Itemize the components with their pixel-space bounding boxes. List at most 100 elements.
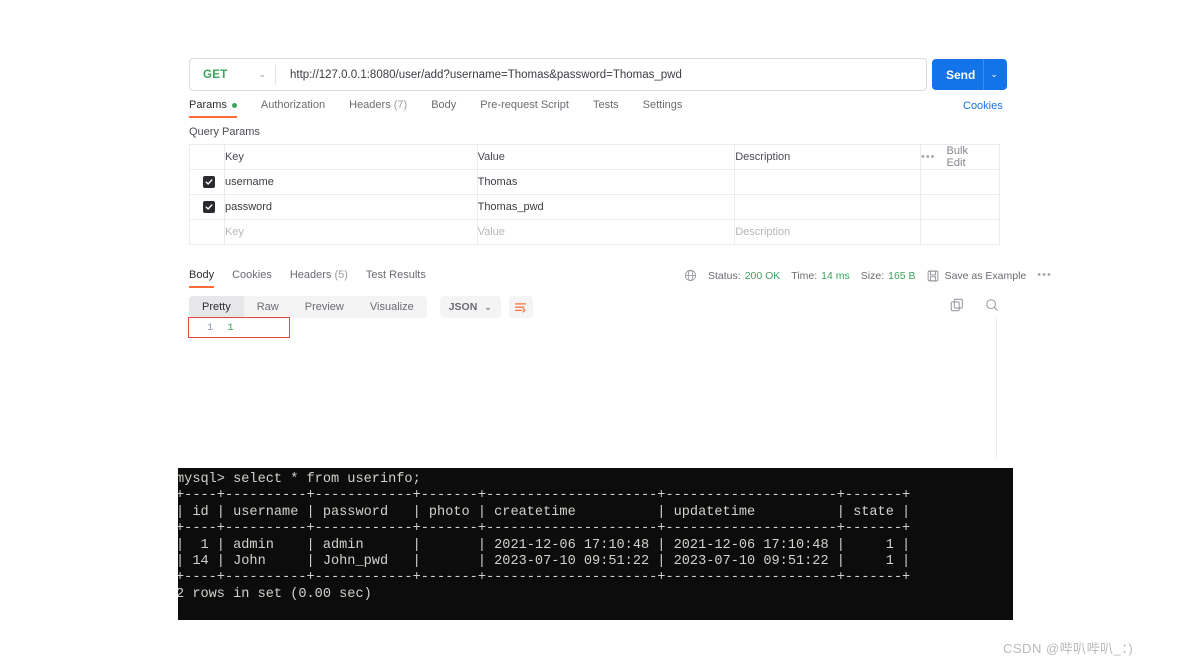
chevron-down-icon: ⌄	[484, 301, 492, 312]
row-checkbox-cell	[189, 194, 225, 220]
header-bulk-edit-cell: ••• Bulk Edit	[919, 144, 1001, 170]
tab-params-label: Params	[189, 99, 227, 111]
row-checkbox-cell	[189, 169, 225, 195]
table-header-row: Key Value Description ••• Bulk Edit	[189, 144, 1001, 170]
view-mode-pretty[interactable]: Pretty	[189, 296, 244, 318]
param-key[interactable]: username	[223, 169, 478, 195]
tab-authorization[interactable]: Authorization	[261, 99, 325, 118]
mysql-terminal[interactable]: mysql> select * from userinfo; +----+---…	[178, 468, 1013, 620]
save-as-example-label: Save as Example	[944, 269, 1027, 282]
new-param-description-input[interactable]: Description	[734, 219, 921, 245]
tab-tests-label: Tests	[592, 99, 619, 111]
response-tab-body-label: Body	[189, 269, 215, 281]
response-status-bar: Status: 200 OK Time: 14 ms Size: 165 B S…	[684, 269, 1052, 282]
status-label: Status:	[708, 269, 741, 282]
row-spacer-cell	[919, 194, 1001, 220]
chevron-down-icon: ⌄	[258, 69, 266, 79]
watermark: CSDN @哔叭哔叭_：)	[1003, 641, 1134, 656]
table-row: username Thomas	[189, 169, 1001, 195]
response-body-content: 1	[227, 321, 234, 334]
response-tab-cookies[interactable]: Cookies	[232, 269, 272, 288]
response-tab-headers[interactable]: Headers (5)	[290, 269, 348, 288]
bulk-edit-button[interactable]: Bulk Edit	[947, 145, 989, 169]
status-value: 200 OK	[744, 269, 781, 282]
line-number: 1	[207, 321, 214, 334]
response-more-options-icon[interactable]: •••	[1037, 270, 1052, 281]
cookies-link[interactable]: Cookies	[963, 100, 1003, 112]
size-label: Size:	[860, 269, 885, 282]
param-value[interactable]: Thomas	[476, 169, 736, 195]
url-input[interactable]	[276, 59, 926, 90]
modified-dot-icon	[231, 102, 237, 108]
header-key: Key	[223, 144, 478, 170]
row-spacer-cell	[919, 219, 1001, 245]
param-value[interactable]: Thomas_pwd	[476, 194, 736, 220]
tab-headers[interactable]: Headers (7)	[349, 99, 407, 118]
tab-pre-request-script-label: Pre-request Script	[480, 99, 569, 111]
tab-settings-label: Settings	[642, 99, 683, 111]
response-tabs: Body Cookies Headers (5) Test Results	[189, 269, 444, 288]
save-as-example-button[interactable]: Save as Example	[927, 269, 1027, 282]
divider	[983, 59, 985, 90]
tab-params[interactable]: Params	[189, 99, 237, 118]
view-mode-raw[interactable]: Raw	[244, 296, 292, 318]
response-tab-headers-label: Headers	[289, 269, 332, 281]
header-description: Description	[734, 144, 921, 170]
request-tabs: Params Authorization Headers (7) Body Pr…	[189, 99, 706, 118]
copy-button[interactable]	[950, 298, 964, 317]
tab-headers-count: (7)	[393, 99, 408, 111]
wrap-text-icon	[515, 302, 527, 313]
tab-pre-request-script[interactable]: Pre-request Script	[480, 99, 569, 118]
chevron-down-icon: ⌄	[990, 69, 998, 79]
view-mode-preview[interactable]: Preview	[292, 296, 357, 318]
new-param-key-input[interactable]: Key	[223, 219, 478, 245]
http-method-selector[interactable]: GET ⌄	[190, 59, 275, 90]
response-format-select[interactable]: JSON ⌄	[439, 296, 501, 318]
param-description[interactable]	[734, 169, 921, 195]
header-checkbox-cell	[189, 144, 225, 170]
table-row: password Thomas_pwd	[189, 194, 1001, 220]
response-tab-test-results[interactable]: Test Results	[366, 269, 426, 288]
param-key[interactable]: password	[223, 194, 478, 220]
send-button[interactable]: Send ⌄	[932, 59, 1007, 90]
view-mode-group: Pretty Raw Preview Visualize	[189, 296, 427, 318]
response-tab-body[interactable]: Body	[189, 269, 215, 288]
response-tab-test-results-label: Test Results	[365, 269, 426, 281]
query-params-table: Key Value Description ••• Bulk Edit user…	[189, 144, 1001, 245]
wrap-lines-button[interactable]	[508, 296, 533, 318]
response-panel-divider	[996, 318, 997, 458]
postman-screenshot: GET ⌄ Send ⌄ Params Authorization Header…	[0, 0, 1193, 670]
search-button[interactable]	[985, 298, 999, 317]
copy-icon	[950, 298, 963, 312]
tab-tests[interactable]: Tests	[593, 99, 619, 118]
tab-body-label: Body	[431, 99, 457, 111]
http-method-label: GET	[203, 68, 228, 81]
globe-icon	[684, 269, 697, 282]
query-params-title: Query Params	[189, 126, 260, 138]
response-format-value: JSON	[448, 301, 478, 313]
size-value: 165 B	[888, 269, 916, 282]
checkbox-checked-icon[interactable]	[203, 201, 215, 213]
terminal-output: mysql> select * from userinfo; +----+---…	[178, 472, 911, 602]
response-tab-headers-count: (5)	[334, 269, 348, 281]
tab-headers-label: Headers	[349, 99, 391, 111]
response-tab-cookies-label: Cookies	[232, 269, 272, 281]
tab-settings[interactable]: Settings	[643, 99, 683, 118]
search-icon	[986, 299, 999, 312]
more-options-icon[interactable]: •••	[921, 151, 936, 163]
response-body-highlight: 1 1	[188, 317, 290, 338]
response-view-toolbar: Pretty Raw Preview Visualize JSON ⌄	[189, 296, 533, 318]
param-description[interactable]	[734, 194, 921, 220]
row-checkbox-cell	[189, 219, 225, 245]
save-icon	[927, 270, 938, 281]
tab-body[interactable]: Body	[431, 99, 456, 118]
response-actions	[950, 298, 999, 317]
checkbox-checked-icon[interactable]	[203, 176, 215, 188]
tab-authorization-label: Authorization	[260, 99, 326, 111]
request-url-bar: GET ⌄	[189, 58, 927, 91]
view-mode-visualize[interactable]: Visualize	[357, 296, 427, 318]
row-spacer-cell	[919, 169, 1001, 195]
new-param-value-input[interactable]: Value	[476, 219, 736, 245]
send-button-label: Send	[946, 67, 976, 82]
time-value: 14 ms	[821, 269, 850, 282]
